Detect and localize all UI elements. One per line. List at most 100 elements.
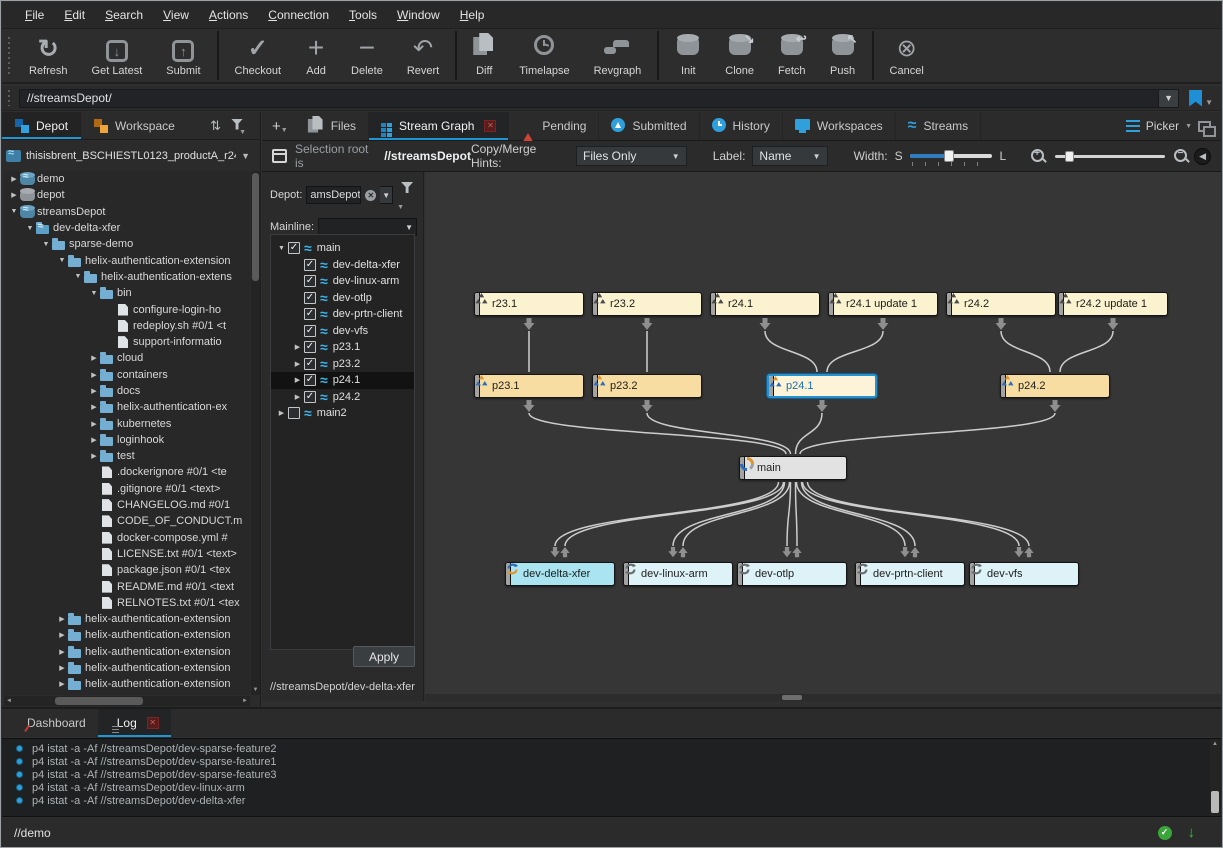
depot-tree-vscrollbar[interactable]: ▼ (251, 171, 260, 695)
stream-node-dev-vfs[interactable]: dev-vfs (969, 562, 1079, 586)
tab-depot[interactable]: Depot (2, 112, 81, 139)
collapsed-caret-icon[interactable]: ▶ (8, 191, 20, 199)
collapsed-caret-icon[interactable]: ▶ (88, 436, 100, 444)
caret-icon[interactable]: ▶ (275, 409, 288, 417)
stream-node-r24.2[interactable]: r24.2 (946, 292, 1056, 316)
collapsed-caret-icon[interactable]: ▶ (88, 452, 100, 460)
collapsed-caret-icon[interactable]: ▶ (56, 615, 68, 623)
tab-pending[interactable]: Pending (509, 112, 599, 140)
fetch-button[interactable]: ↩Fetch (766, 29, 818, 82)
checkbox[interactable]: ✓ (304, 391, 316, 403)
width-slider[interactable] (910, 149, 993, 163)
zoom-out-icon[interactable]: − (1173, 148, 1190, 165)
tree-item-package.json01tex[interactable]: package.json #0/1 <tex (4, 562, 250, 578)
close-log-icon[interactable]: ✕ (147, 717, 159, 729)
cancel-button[interactable]: ⊗Cancel (878, 29, 936, 82)
tab-workspaces[interactable]: Workspaces (783, 112, 896, 140)
tree-item-helix-authentication-extension[interactable]: ▶helix-authentication-extension (4, 660, 250, 676)
workspace-selector[interactable]: thisisbrent_BSCHIESTL0123_productA_r24.2… (6, 145, 252, 166)
collapsed-caret-icon[interactable]: ▶ (88, 371, 100, 379)
checkbox[interactable]: ✓ (288, 242, 300, 254)
clear-depot-icon[interactable]: ✕ (365, 190, 376, 201)
caret-icon[interactable]: ▶ (291, 343, 304, 351)
revgraph-button[interactable]: Revgraph (582, 29, 654, 82)
collapsed-caret-icon[interactable]: ▶ (56, 648, 68, 656)
graph-hscrollbar[interactable] (425, 694, 1221, 701)
apply-button[interactable]: Apply (353, 646, 415, 667)
submit-button[interactable]: ↑Submit (154, 29, 212, 82)
tree-item-loginhook[interactable]: ▶loginhook (4, 432, 250, 448)
stream-node-p24.1[interactable]: p24.1 (767, 374, 877, 398)
stream-tree-item-dev-otlp[interactable]: ✓≈dev-otlp (271, 290, 414, 307)
tree-item-dev-delta-xfer[interactable]: ▼dev-delta-xfer (4, 220, 250, 236)
push-button[interactable]: ↖Push (818, 29, 868, 82)
menu-file[interactable]: File (16, 4, 53, 26)
filter-caret-icon[interactable]: ▼ (239, 129, 246, 136)
checkbox[interactable]: ✓ (304, 275, 316, 287)
log-vscrollbar[interactable]: ▲ (1210, 739, 1220, 816)
collapsed-caret-icon[interactable]: ▶ (88, 354, 100, 362)
tree-item-bin[interactable]: ▼bin (4, 285, 250, 301)
tree-item-relnotes.txt01tex[interactable]: RELNOTES.txt #0/1 <tex (4, 595, 250, 611)
menu-actions[interactable]: Actions (200, 4, 257, 26)
stream-node-p24.2[interactable]: p24.2 (1000, 374, 1110, 398)
tree-item-docker-compose.yml[interactable]: docker-compose.yml # (4, 530, 250, 546)
tree-item-docs[interactable]: ▶docs (4, 383, 250, 399)
tree-item-streamsdepot[interactable]: ▼streamsDepot (4, 204, 250, 220)
graph-navigator-button[interactable]: ◀ (1194, 148, 1211, 165)
stream-node-dev-linux-arm[interactable]: dev-linux-arm (623, 562, 733, 586)
menu-view[interactable]: View (154, 4, 198, 26)
stream-node-r24.1[interactable]: r24.1 (710, 292, 820, 316)
stream-graph-canvas[interactable]: r23.1r23.2r24.1r24.1 update 1r24.2r24.2 … (425, 172, 1221, 701)
stream-tree-item-p24.2[interactable]: ▶✓≈p24.2 (271, 389, 414, 406)
caret-icon[interactable]: ▼ (275, 245, 288, 252)
timelapse-button[interactable]: Timelapse (507, 29, 581, 82)
tree-item-.dockerignore01te[interactable]: .dockerignore #0/1 <te (4, 464, 250, 480)
caret-icon[interactable]: ▶ (291, 376, 304, 384)
expanded-caret-icon[interactable]: ▼ (56, 257, 68, 264)
menu-connection[interactable]: Connection (259, 4, 338, 26)
tab-log[interactable]: Log✕ (98, 709, 171, 737)
delete-button[interactable]: −Delete (339, 29, 395, 82)
expanded-caret-icon[interactable]: ▼ (72, 273, 84, 280)
tree-item-helix-authentication-extension[interactable]: ▶helix-authentication-extension (4, 676, 250, 692)
stream-node-dev-delta-xfer[interactable]: dev-delta-xfer (505, 562, 615, 586)
init-button[interactable]: Init (663, 29, 713, 82)
clone-button[interactable]: ↘Clone (713, 29, 766, 82)
collapsed-caret-icon[interactable]: ▶ (88, 403, 100, 411)
tab-streams[interactable]: ≈Streams (896, 112, 981, 140)
stream-filter-icon[interactable] (401, 182, 413, 193)
stream-tree-item-dev-linux-arm[interactable]: ✓≈dev-linux-arm (271, 273, 414, 290)
stream-tree-item-main2[interactable]: ▶≈main2 (271, 405, 414, 422)
stream-node-p23.1[interactable]: p23.1 (474, 374, 584, 398)
menu-edit[interactable]: Edit (55, 4, 94, 26)
stream-tree-item-dev-delta-xfer[interactable]: ✓≈dev-delta-xfer (271, 257, 414, 274)
stream-node-dev-otlp[interactable]: dev-otlp (737, 562, 847, 586)
checkbox[interactable]: ✓ (304, 358, 316, 370)
tree-item-helix-authentication-ex[interactable]: ▶helix-authentication-ex (4, 399, 250, 415)
revert-button[interactable]: ↶Revert (395, 29, 451, 82)
tree-item-containers[interactable]: ▶containers (4, 367, 250, 383)
tree-item-helix-authentication-extension[interactable]: ▶helix-authentication-extension (4, 627, 250, 643)
zoom-slider[interactable] (1055, 150, 1166, 163)
tab-history[interactable]: History (700, 112, 783, 140)
caret-icon[interactable]: ▶ (291, 360, 304, 368)
stream-tree-item-p23.1[interactable]: ▶✓≈p23.1 (271, 339, 414, 356)
tree-item-sparse-demo[interactable]: ▼sparse-demo (4, 236, 250, 252)
tree-item-helix-authentication-extension[interactable]: ▼helix-authentication-extension (4, 252, 250, 268)
tree-item-configure-login-ho[interactable]: configure-login-ho (4, 301, 250, 317)
addressbar-grip[interactable] (8, 90, 13, 106)
checkbox[interactable]: ✓ (304, 259, 316, 271)
address-input[interactable]: //streamsDepot/ (19, 89, 1159, 108)
tree-item-demo[interactable]: ▶demo (4, 171, 250, 187)
bookmark-icon[interactable] (1189, 90, 1202, 107)
label-select[interactable]: Name▼ (752, 146, 827, 166)
checkbox[interactable]: ✓ (304, 341, 316, 353)
caret-icon[interactable]: ▶ (291, 393, 304, 401)
tab-submitted[interactable]: Submitted (599, 112, 699, 140)
stream-node-main[interactable]: main (739, 456, 847, 480)
toolbar-grip[interactable] (8, 37, 13, 74)
tree-item-test[interactable]: ▶test (4, 448, 250, 464)
tree-item-cloud[interactable]: ▶cloud (4, 350, 250, 366)
copy-merge-hints-select[interactable]: Files Only▼ (576, 146, 687, 166)
